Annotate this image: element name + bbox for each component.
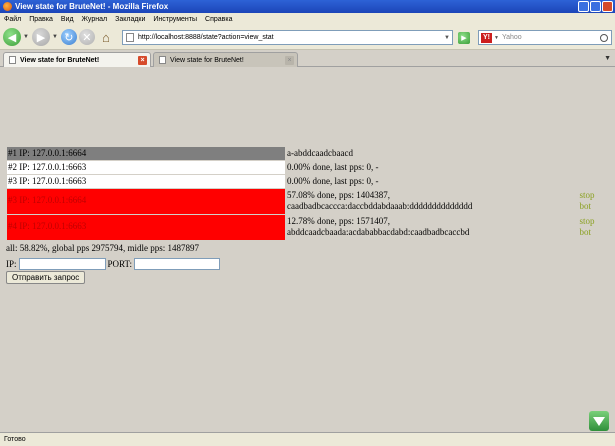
navigation-toolbar: ◀ ▼ ▶ ▼ ↻ ✕ ⌂ http://localhost:8888/stat… [0, 25, 615, 50]
tab-label: View state for BruteNet! [170, 56, 244, 64]
url-text: http://localhost:8888/state?action=view_… [138, 34, 274, 41]
search-icon[interactable] [600, 33, 608, 42]
server-ip-cell: #3 IP: 127.0.0.1:6664 [6, 188, 286, 215]
window-controls [578, 1, 613, 12]
server-ip-cell: #1 IP: 127.0.0.1:6664 [6, 146, 286, 161]
menu-history[interactable]: Журнал [81, 16, 109, 23]
tab-view-state-1[interactable]: View state for BruteNet! × [3, 52, 151, 67]
yahoo-icon[interactable]: Y! [481, 32, 492, 43]
search-engine-dropdown-icon[interactable]: ▼ [494, 35, 499, 41]
server-status-table: #1 IP: 127.0.0.1:6664 a-abddcaadcbaacd #… [6, 146, 606, 241]
menu-bar: Файл Правка Вид Журнал Закладки Инструме… [0, 13, 615, 25]
server-info-cell: 0.00% done, last pps: 0, - [286, 161, 576, 175]
page-icon [9, 56, 16, 64]
search-placeholder: Yahoo [501, 34, 522, 41]
status-text: Готово [4, 436, 26, 443]
forward-arrow-icon[interactable]: ▶ [31, 28, 50, 46]
status-bar: Готово [0, 432, 615, 446]
close-tab-icon[interactable]: × [138, 55, 147, 65]
server-ip-cell: #3 IP: 127.0.0.1:6663 [6, 174, 286, 189]
server-current-key-line: abddcaadcbaada:acdababbacdabd:caadbadbca… [287, 226, 470, 237]
table-row: #2 IP: 127.0.0.1:6663 0.00% done, last p… [6, 160, 606, 175]
menu-edit[interactable]: Правка [28, 16, 54, 23]
window-title: View state for BruteNet! - Mozilla Firef… [15, 2, 169, 11]
ip-input[interactable] [18, 258, 106, 270]
server-info-cell: 12.78% done, pps: 1571407, abddcaadcbaad… [286, 215, 576, 241]
table-row: #4 IP: 127.0.0.1:6663 12.78% done, pps: … [6, 214, 606, 241]
bot-link[interactable]: bot [580, 227, 606, 238]
url-bar[interactable]: http://localhost:8888/state?action=view_… [122, 30, 453, 45]
menu-tools[interactable]: Инструменты [152, 16, 198, 23]
menu-help[interactable]: Справка [204, 16, 233, 23]
server-info-cell: a-abddcaadcbaacd [286, 147, 576, 161]
table-row: #3 IP: 127.0.0.1:6663 0.00% done, last p… [6, 174, 606, 189]
page-icon [159, 56, 166, 64]
menu-file[interactable]: Файл [3, 16, 22, 23]
table-row: #3 IP: 127.0.0.1:6664 57.08% done, pps: … [6, 188, 606, 215]
reload-icon[interactable]: ↻ [60, 29, 77, 45]
server-current-key-line: caadbadbcaccca:daccbddabdaaab:dddddddddd… [287, 200, 473, 211]
server-progress-line: 57.08% done, pps: 1404387, [287, 189, 390, 200]
server-actions-cell: stop bot [576, 189, 606, 215]
search-bar[interactable]: Y! ▼ Yahoo [478, 30, 612, 45]
home-icon[interactable]: ⌂ [97, 28, 115, 46]
bot-link[interactable]: bot [580, 201, 606, 212]
go-arrow-icon[interactable]: ▶ [458, 32, 470, 44]
server-info-line: 0.00% done, last pps: 0, - [287, 161, 379, 172]
port-input[interactable] [134, 258, 221, 270]
add-server-form: IP: PORT: [6, 258, 221, 270]
port-label: PORT: [107, 259, 133, 269]
global-summary: all: 58.82%, global pps 2975794, midle p… [6, 243, 199, 253]
server-info-line: a-abddcaadcbaacd [287, 147, 353, 158]
table-row: #1 IP: 127.0.0.1:6664 a-abddcaadcbaacd [6, 146, 606, 161]
stop-icon[interactable]: ✕ [78, 29, 95, 45]
down-arrow-icon [593, 416, 605, 426]
back-history-dropdown-icon[interactable]: ▼ [23, 34, 29, 40]
ip-label: IP: [6, 259, 17, 269]
close-window-button[interactable] [602, 1, 613, 12]
page-icon [126, 33, 134, 42]
minimize-button[interactable] [578, 1, 589, 12]
download-status-icon[interactable] [589, 411, 609, 431]
server-ip-label: #3 IP: 127.0.0.1:6664 [8, 195, 87, 205]
tab-bar: View state for BruteNet! × View state fo… [0, 50, 615, 67]
close-tab-icon[interactable]: × [285, 55, 294, 65]
server-ip-cell: #4 IP: 127.0.0.1:6663 [6, 214, 286, 241]
server-ip-cell: #2 IP: 127.0.0.1:6663 [6, 160, 286, 175]
maximize-button[interactable] [590, 1, 601, 12]
tab-label: View state for BruteNet! [20, 56, 100, 64]
server-info-cell: 0.00% done, last pps: 0, - [286, 175, 576, 189]
server-actions-cell [576, 147, 606, 161]
stop-link[interactable]: stop [580, 190, 606, 201]
submit-request-button[interactable]: Отправить запрос [6, 271, 86, 284]
server-actions-cell: stop bot [576, 215, 606, 241]
menu-view[interactable]: Вид [60, 16, 75, 23]
server-actions-cell [576, 175, 606, 189]
server-ip-label: #4 IP: 127.0.0.1:6663 [8, 221, 87, 231]
server-info-cell: 57.08% done, pps: 1404387, caadbadbcaccc… [286, 189, 576, 215]
url-dropdown-icon[interactable]: ▼ [444, 35, 450, 41]
window-titlebar: View state for BruteNet! - Mozilla Firef… [0, 0, 615, 13]
menu-bookmarks[interactable]: Закладки [114, 16, 146, 23]
server-info-line: 0.00% done, last pps: 0, - [287, 175, 379, 186]
forward-history-dropdown-icon[interactable]: ▼ [52, 34, 58, 40]
stop-link[interactable]: stop [580, 216, 606, 227]
back-arrow-icon[interactable]: ◀ [3, 28, 21, 46]
server-actions-cell [576, 161, 606, 175]
tab-view-state-2[interactable]: View state for BruteNet! × [153, 52, 298, 67]
server-progress-line: 12.78% done, pps: 1571407, [287, 215, 390, 226]
tab-list-dropdown-icon[interactable]: ▼ [604, 55, 611, 62]
firefox-icon [3, 2, 12, 11]
page-content: #1 IP: 127.0.0.1:6664 a-abddcaadcbaacd #… [0, 68, 615, 432]
